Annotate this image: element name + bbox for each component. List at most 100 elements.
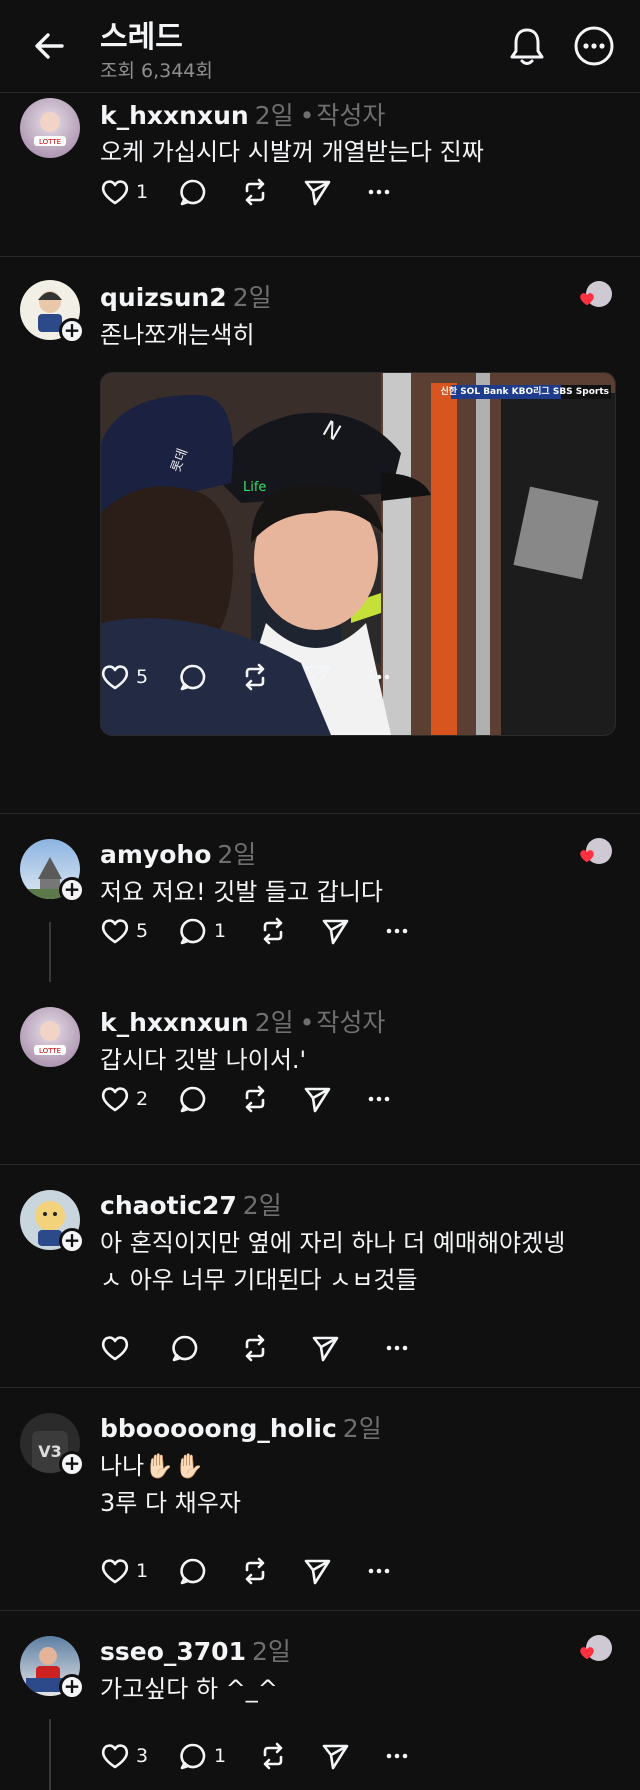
repost-button[interactable] [258,1740,288,1772]
username-text[interactable]: chaotic27 [100,1191,237,1220]
more-button[interactable] [364,176,394,208]
heart-icon [101,1744,129,1769]
more-options-icon[interactable] [572,24,616,68]
send-icon [304,1087,331,1113]
svg-text:LOTTE: LOTTE [39,1047,61,1055]
send-icon [304,1559,331,1585]
username-text[interactable]: amyoho [100,840,211,869]
post-time: 2일 [251,1637,291,1666]
comment-icon [172,1335,198,1362]
share-button[interactable] [320,915,350,947]
bell-icon[interactable] [505,24,549,68]
reply-button[interactable] [170,1332,200,1364]
action-bar: 5 1 [100,915,440,947]
username[interactable]: quizsun2 2일 [100,278,272,314]
svg-text:LOTTE: LOTTE [39,138,61,146]
post-text: 나나✋🏻✋🏻 3루 다 채우자 [100,1448,620,1522]
share-button[interactable] [302,1555,332,1587]
username[interactable]: chaotic27 2일 [100,1186,282,1222]
username-text[interactable]: quizsun2 [100,283,227,312]
avatar-lotte-icon: LOTTE [34,112,66,146]
like-count: 5 [136,666,149,688]
username-text[interactable]: bbooooong_holic [100,1414,337,1443]
reply-button[interactable] [178,176,208,208]
like-button[interactable]: 2 [100,1083,148,1115]
repost-button[interactable] [240,1083,270,1115]
post-time: 2일 [254,1008,294,1037]
reply-button[interactable] [178,1083,208,1115]
username-text[interactable]: k_hxxnxun [100,101,249,130]
more-button[interactable] [382,1740,412,1772]
repost-button[interactable] [258,915,288,947]
like-button[interactable]: 5 [100,915,148,947]
follow-plus-icon[interactable]: + [59,877,85,903]
follow-plus-icon[interactable]: + [59,1451,85,1477]
reply-post: V3 + bbooooong_holic 2일 나나✋🏻✋🏻 3루 다 채우자 1 [0,1388,640,1610]
separator-dot: • [299,101,315,130]
follow-plus-icon[interactable]: + [59,318,85,344]
action-bar: 3 1 [100,1740,440,1772]
like-button[interactable]: 3 [100,1740,148,1772]
send-icon [304,665,331,691]
repost-button[interactable] [240,661,270,693]
share-button[interactable] [302,661,332,693]
svg-text:V3: V3 [38,1442,62,1461]
comment-icon [180,179,206,206]
reply-button[interactable] [178,1555,208,1587]
reply-post: LOTTE k_hxxnxun 2일 •작성자 갑시다 깃발 나이서.' 2 [0,982,640,1164]
action-bar: 2 [100,1083,420,1115]
share-button[interactable] [302,1083,332,1115]
send-icon [312,1336,339,1362]
like-button[interactable]: 1 [100,176,148,208]
reply-post: + amyoho 2일 저요 저요! 깃발 들고 갑니다 5 1 [0,814,640,982]
reply-button[interactable] [178,661,208,693]
repost-button[interactable] [240,1555,270,1587]
avatar-lotte-icon: LOTTE [34,1021,66,1055]
follow-plus-icon[interactable]: + [59,1228,85,1254]
avatar[interactable]: LOTTE [20,98,80,158]
repost-icon [245,663,265,691]
post-text: 아 혼직이지만 옆에 자리 하나 더 예매해야겠넹 ㅅ 아우 너무 기대된다 ㅅ… [100,1225,620,1299]
like-button[interactable]: 1 [100,1555,148,1587]
action-bar [100,1332,420,1364]
username-text[interactable]: sseo_3701 [100,1637,246,1666]
repost-button[interactable] [240,176,270,208]
reply-post: LOTTE k_hxxnxun 2일 •작성자 오케 가십시다 시발꺼 개열받는다 … [0,92,640,256]
like-button[interactable] [100,1332,130,1364]
back-arrow-icon[interactable] [28,26,72,66]
like-count: 1 [136,181,149,203]
comment-icon [180,1558,206,1585]
repost-icon [263,917,283,945]
username[interactable]: amyoho 2일 [100,835,256,871]
post-text-line: 3루 다 채우자 [100,1489,241,1517]
reply-button[interactable]: 1 [178,915,226,947]
post-time: 2일 [242,1191,282,1220]
more-button[interactable] [382,1332,412,1364]
repost-icon [245,1085,265,1113]
repost-button[interactable] [240,1332,270,1364]
share-button[interactable] [302,176,332,208]
username-text[interactable]: k_hxxnxun [100,1008,249,1037]
share-button[interactable] [310,1332,340,1364]
post-text: 존나쪼개는색히 [100,321,255,349]
username[interactable]: bbooooong_holic 2일 [100,1409,382,1445]
more-button[interactable] [382,915,412,947]
comment-icon [180,1086,206,1113]
username[interactable]: k_hxxnxun 2일 •작성자 [100,96,385,132]
comment-icon [180,664,206,691]
username[interactable]: k_hxxnxun 2일 •작성자 [100,1003,385,1039]
username[interactable]: sseo_3701 2일 [100,1632,291,1668]
ellipsis-icon [368,189,390,195]
repost-icon [263,1742,283,1770]
like-button[interactable]: 5 [100,661,148,693]
more-button[interactable] [364,1083,394,1115]
reply-post: + chaotic27 2일 아 혼직이지만 옆에 자리 하나 더 예매해야겠넹 … [0,1165,640,1387]
svg-text:Life: Life [243,480,266,495]
share-button[interactable] [320,1740,350,1772]
avatar[interactable]: LOTTE [20,1007,80,1067]
separator-dot: • [299,1008,315,1037]
more-button[interactable] [364,661,394,693]
more-button[interactable] [364,1555,394,1587]
reply-button[interactable]: 1 [178,1740,226,1772]
follow-plus-icon[interactable]: + [59,1674,85,1700]
